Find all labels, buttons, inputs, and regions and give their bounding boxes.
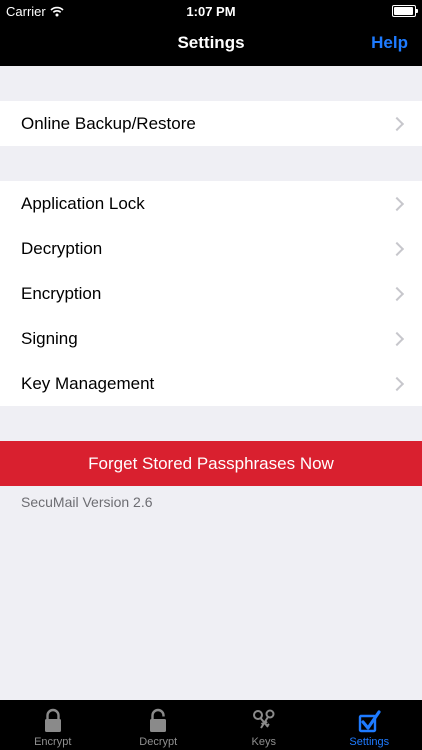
row-label: Encryption (21, 283, 102, 303)
unlocked-icon (150, 708, 167, 732)
settings-row-signing[interactable]: Signing (0, 316, 422, 361)
tab-label: Decrypt (139, 736, 178, 748)
status-time: 1:07 PM (186, 4, 236, 19)
chevron-right-icon (389, 286, 405, 302)
chevron-right-icon (389, 376, 405, 392)
keys-icon (252, 709, 275, 729)
tab-label: Settings (349, 736, 390, 748)
navigation-bar: Settings Help (0, 22, 422, 66)
settings-row-online-backup[interactable]: Online Backup/Restore (0, 101, 422, 146)
tab-label: Encrypt (34, 736, 72, 748)
lock-icon (44, 708, 61, 732)
row-label: Application Lock (21, 193, 145, 213)
version-label: SecuMail Version 2.6 (21, 494, 153, 510)
chevron-right-icon (389, 331, 405, 347)
checkbox-icon (359, 710, 381, 733)
chevron-right-icon (389, 241, 405, 257)
status-bar: Carrier 1:07 PM (0, 0, 422, 22)
tab-bar: Encrypt Decrypt Keys Settings (0, 700, 422, 750)
settings-row-decryption[interactable]: Decryption (0, 226, 422, 271)
chevron-right-icon (389, 116, 405, 132)
row-label: Online Backup/Restore (21, 113, 196, 133)
tab-settings[interactable]: Settings (317, 700, 422, 750)
tab-keys[interactable]: Keys (211, 700, 317, 750)
tab-decrypt[interactable]: Decrypt (106, 700, 212, 750)
settings-row-application-lock[interactable]: Application Lock (0, 181, 422, 226)
help-button[interactable]: Help (371, 33, 408, 53)
backup-group: Online Backup/Restore (0, 101, 422, 146)
top-bar: Carrier 1:07 PM Settings Help (0, 0, 422, 66)
row-label: Key Management (21, 373, 155, 393)
settings-row-encryption[interactable]: Encryption (0, 271, 422, 316)
row-label: Decryption (21, 238, 103, 258)
chevron-right-icon (389, 196, 405, 212)
forget-passphrases-button[interactable]: Forget Stored Passphrases Now (0, 441, 422, 486)
battery-icon (392, 5, 418, 17)
tab-label: Keys (251, 736, 276, 748)
tab-encrypt[interactable]: Encrypt (0, 700, 106, 750)
settings-row-key-management[interactable]: Key Management (0, 361, 422, 406)
row-label: Signing (21, 328, 78, 348)
page-title: Settings (177, 33, 245, 52)
settings-group: Application Lock Decryption Encryption S… (0, 181, 422, 406)
